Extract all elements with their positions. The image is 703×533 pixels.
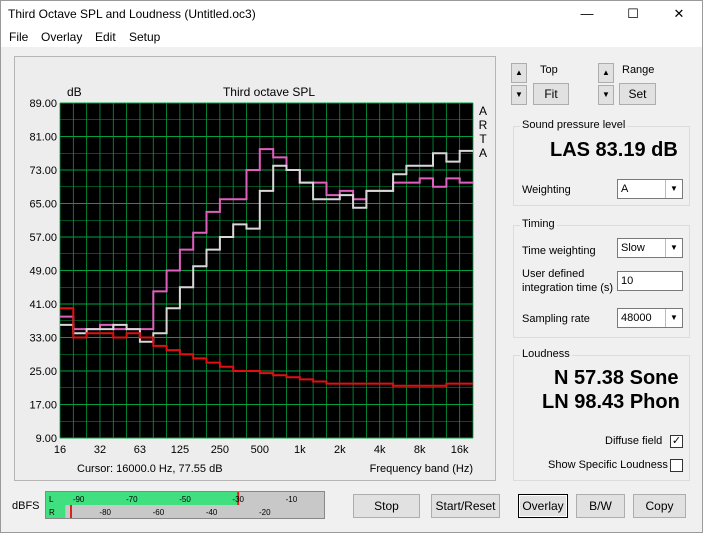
- app-window: Third Octave SPL and Loudness (Untitled.…: [0, 0, 703, 533]
- menu-edit[interactable]: Edit: [95, 30, 116, 44]
- x-axis-label: Frequency band (Hz): [370, 463, 473, 475]
- x-tick-label: 1k: [294, 444, 306, 456]
- meter-scale-label: -70: [126, 495, 138, 504]
- stop-button[interactable]: Stop: [353, 494, 420, 518]
- diffuse-field-label: Diffuse field: [605, 435, 663, 447]
- menu-bar: File Overlay Edit Setup: [1, 27, 702, 47]
- loudness-group-title: Loudness: [520, 348, 572, 360]
- cursor-readout: Cursor: 16000.0 Hz, 77.55 dB: [77, 463, 223, 475]
- fit-button[interactable]: Fit: [533, 83, 569, 105]
- top-label: Top: [540, 64, 558, 76]
- specific-loudness-checkbox[interactable]: [670, 459, 683, 472]
- meter-scale-label: -80: [99, 508, 111, 517]
- close-button[interactable]: ✕: [656, 1, 702, 27]
- spl-group-title: Sound pressure level: [520, 119, 628, 131]
- y-tick-label: 65.00: [29, 199, 57, 211]
- minimize-button[interactable]: —: [564, 1, 610, 27]
- top-up-button[interactable]: ▲: [511, 63, 527, 83]
- chart-title: Third octave SPL: [223, 85, 315, 99]
- diffuse-field-checkbox[interactable]: ✓: [670, 435, 683, 448]
- integration-label-line1: User defined: [522, 268, 585, 280]
- meter-scale-label: -20: [259, 508, 271, 517]
- x-tick-label: 63: [134, 444, 146, 456]
- set-button[interactable]: Set: [619, 83, 656, 105]
- start-reset-button[interactable]: Start/Reset: [431, 494, 500, 518]
- y-tick-label: 81.00: [29, 132, 57, 144]
- range-up-button[interactable]: ▲: [598, 63, 614, 83]
- y-tick-label: 73.00: [29, 165, 57, 177]
- x-tick-label: 125: [171, 444, 189, 456]
- meter-scale-label: -10: [286, 495, 298, 504]
- y-tick-label: 25.00: [29, 366, 57, 378]
- specific-loudness-label: Show Specific Loudness: [548, 459, 668, 471]
- brand-letter: A: [479, 146, 487, 160]
- brand-letter: T: [479, 132, 487, 146]
- y-tick-label: 57.00: [29, 232, 57, 244]
- copy-button[interactable]: Copy: [633, 494, 686, 518]
- range-label: Range: [622, 64, 655, 76]
- meter-channel-right: R: [49, 508, 55, 517]
- y-tick-label: 33.00: [29, 333, 57, 345]
- y-unit-label: dB: [67, 85, 82, 99]
- brand-letter: A: [479, 104, 487, 118]
- y-tick-label: 17.00: [29, 400, 57, 412]
- x-tick-label: 16: [54, 444, 66, 456]
- meter-scale-label: -90: [73, 495, 85, 504]
- x-tick-label: 16k: [451, 444, 469, 456]
- weighting-select[interactable]: A ▼: [617, 179, 683, 199]
- chevron-down-icon: ▼: [665, 180, 682, 198]
- sampling-rate-label: Sampling rate: [522, 313, 590, 325]
- meter-scale-label: -40: [206, 508, 218, 517]
- meter-track-right: [46, 505, 324, 518]
- bw-button[interactable]: B/W: [576, 494, 625, 518]
- maximize-button[interactable]: ☐: [610, 1, 656, 27]
- meter-channel-left: L: [49, 495, 54, 504]
- x-tick-label: 250: [211, 444, 229, 456]
- timing-group-title: Timing: [520, 218, 557, 230]
- meter-peak-right: [70, 505, 72, 518]
- y-tick-label: 49.00: [29, 266, 57, 278]
- integration-time-input[interactable]: 10: [617, 271, 683, 291]
- loudness-ln-readout: LN 98.43 Phon: [542, 391, 680, 413]
- level-meter: LR -90 -80 -70 -60 -50 -40 -30 -20 -10: [45, 491, 325, 519]
- brand-letter: R: [479, 118, 488, 132]
- x-tick-label: 32: [94, 444, 106, 456]
- y-tick-label: 89.00: [29, 98, 57, 110]
- x-tick-label: 4k: [374, 444, 386, 456]
- x-tick-label: 8k: [414, 444, 426, 456]
- menu-setup[interactable]: Setup: [129, 30, 160, 44]
- range-down-button[interactable]: ▼: [598, 85, 614, 105]
- time-weighting-label: Time weighting: [522, 245, 596, 257]
- title-bar: Third Octave SPL and Loudness (Untitled.…: [1, 1, 702, 27]
- plot-panel[interactable]: dB Third octave SPL Cursor: 16000.0 Hz, …: [14, 56, 496, 481]
- meter-scale-label: -30: [232, 495, 244, 504]
- chevron-down-icon: ▼: [665, 239, 682, 257]
- spl-chart[interactable]: dB Third octave SPL Cursor: 16000.0 Hz, …: [15, 57, 497, 482]
- chevron-down-icon: ▼: [665, 309, 682, 327]
- y-tick-label: 41.00: [29, 299, 57, 311]
- time-weighting-value: Slow: [621, 242, 645, 254]
- weighting-label: Weighting: [522, 184, 571, 196]
- sampling-rate-value: 48000: [621, 312, 652, 324]
- menu-overlay[interactable]: Overlay: [41, 30, 82, 44]
- meter-scale-label: -60: [153, 508, 165, 517]
- overlay-button[interactable]: Overlay: [518, 494, 568, 518]
- integration-label-line2: integration time (s): [522, 282, 614, 294]
- time-weighting-select[interactable]: Slow ▼: [617, 238, 683, 258]
- window-title: Third Octave SPL and Loudness (Untitled.…: [8, 7, 256, 21]
- menu-file[interactable]: File: [9, 30, 28, 44]
- loudness-n-readout: N 57.38 Sone: [554, 367, 679, 389]
- top-down-button[interactable]: ▼: [511, 85, 527, 105]
- meter-unit-label: dBFS: [12, 500, 40, 512]
- x-tick-label: 500: [251, 444, 269, 456]
- meter-scale-label: -50: [179, 495, 191, 504]
- weighting-value: A: [621, 183, 629, 195]
- x-tick-label: 2k: [334, 444, 346, 456]
- sampling-rate-select[interactable]: 48000 ▼: [617, 308, 683, 328]
- spl-readout: LAS 83.19 dB: [550, 139, 678, 161]
